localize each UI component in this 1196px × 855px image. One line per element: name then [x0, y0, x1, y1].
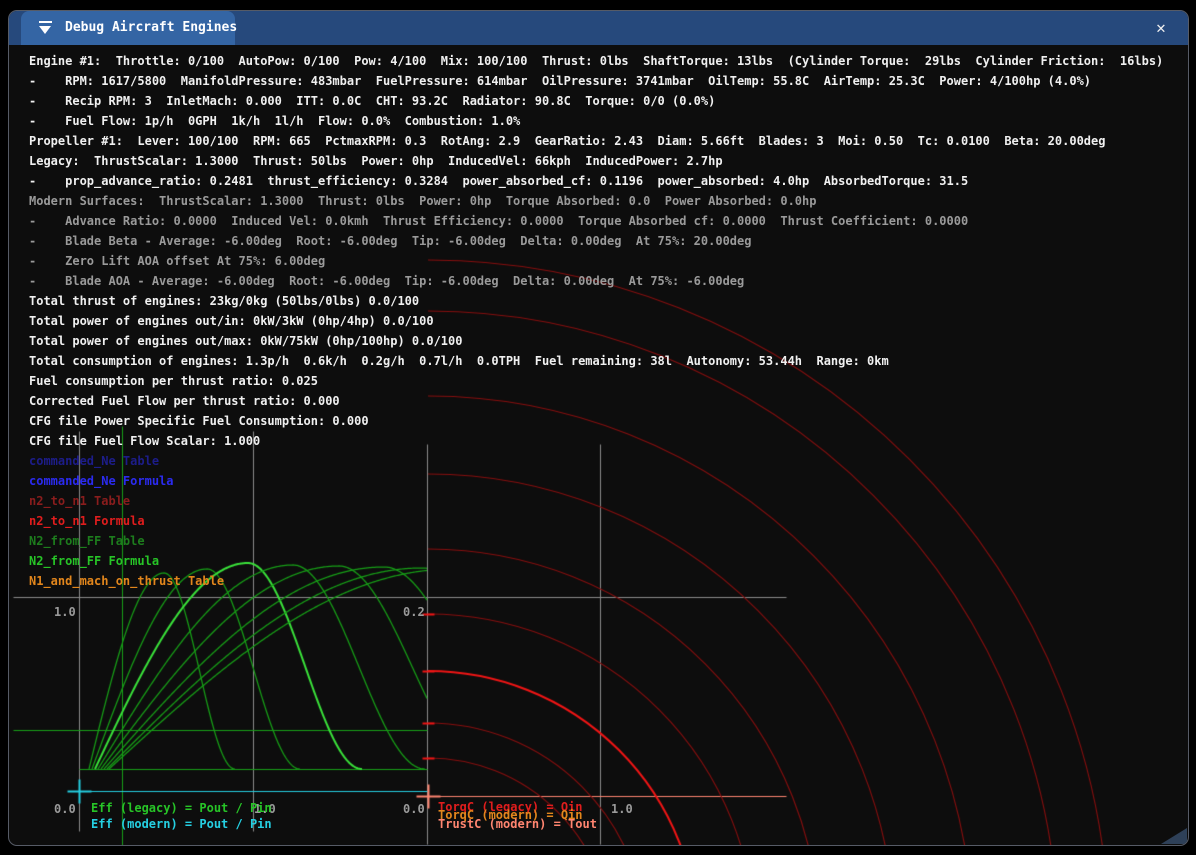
debug-line: Corrected Fuel Flow per thrust ratio: 0.…	[29, 391, 1163, 411]
debug-line: - Blade AOA - Average: -6.00deg Root: -6…	[29, 271, 1163, 291]
axis-tick-label: 0.0	[54, 802, 76, 816]
chevron-down-icon	[39, 26, 51, 34]
debug-line: commanded_Ne Table	[29, 451, 1163, 471]
debug-line: N1_and_mach_on_thrust Table	[29, 571, 1163, 591]
debug-window: Debug Aircraft Engines ✕ Engine #1: Thro…	[8, 10, 1189, 846]
debug-line: - Zero Lift AOA offset At 75%: 6.00deg	[29, 251, 1163, 271]
debug-line: n2_to_n1 Formula	[29, 511, 1163, 531]
axis-tick-label: 1.0	[611, 802, 633, 816]
window-title: Debug Aircraft Engines	[65, 11, 237, 45]
debug-line: Legacy: ThrustScalar: 1.3000 Thrust: 50l…	[29, 151, 1163, 171]
axis-tick-label: 0.2	[403, 605, 425, 619]
debug-line: commanded_Ne Formula	[29, 471, 1163, 491]
collapse-icon-bar	[39, 21, 52, 23]
close-icon[interactable]: ✕	[1150, 17, 1172, 39]
debug-line: Total power of engines out/in: 0kW/3kW (…	[29, 311, 1163, 331]
debug-line: CFG file Fuel Flow Scalar: 1.000	[29, 431, 1163, 451]
debug-line: n2_to_n1 Table	[29, 491, 1163, 511]
debug-line: - Recip RPM: 3 InletMach: 0.000 ITT: 0.0…	[29, 91, 1163, 111]
title-tab[interactable]: Debug Aircraft Engines	[21, 11, 235, 45]
chart-series-label: Eff (modern) = Pout / Pin	[91, 817, 272, 831]
debug-line: Propeller #1: Lever: 100/100 RPM: 665 Pc…	[29, 131, 1163, 151]
collapse-icon[interactable]	[37, 20, 55, 36]
debug-line: Fuel consumption per thrust ratio: 0.025	[29, 371, 1163, 391]
debug-line: Total consumption of engines: 1.3p/h 0.6…	[29, 351, 1163, 371]
axis-tick-label: 0.0	[403, 802, 425, 816]
debug-line: Engine #1: Throttle: 0/100 AutoPow: 0/10…	[29, 51, 1163, 71]
debug-line: CFG file Power Specific Fuel Consumption…	[29, 411, 1163, 431]
debug-line: - prop_advance_ratio: 0.2481 thrust_effi…	[29, 171, 1163, 191]
debug-line: Total power of engines out/max: 0kW/75kW…	[29, 331, 1163, 351]
engine-debug-text: Engine #1: Throttle: 0/100 AutoPow: 0/10…	[29, 51, 1163, 591]
chart-series-label: Eff (legacy) = Pout / Pin	[91, 801, 272, 815]
debug-line: Modern Surfaces: ThrustScalar: 1.3000 Th…	[29, 191, 1163, 211]
axis-tick-label: 1.0	[54, 605, 76, 619]
title-bar[interactable]: Debug Aircraft Engines ✕	[9, 11, 1188, 45]
debug-line: N2_from_FF Table	[29, 531, 1163, 551]
debug-line: Total thrust of engines: 23kg/0kg (50lbs…	[29, 291, 1163, 311]
debug-line: - RPM: 1617/5800 ManifoldPressure: 483mb…	[29, 71, 1163, 91]
chart-series-label: TrustC (modern) = Tout	[438, 817, 597, 831]
resize-handle[interactable]	[1161, 828, 1187, 844]
debug-line: N2_from_FF Formula	[29, 551, 1163, 571]
debug-line: - Blade Beta - Average: -6.00deg Root: -…	[29, 231, 1163, 251]
debug-line: - Advance Ratio: 0.0000 Induced Vel: 0.0…	[29, 211, 1163, 231]
debug-line: - Fuel Flow: 1p/h 0GPH 1k/h 1l/h Flow: 0…	[29, 111, 1163, 131]
